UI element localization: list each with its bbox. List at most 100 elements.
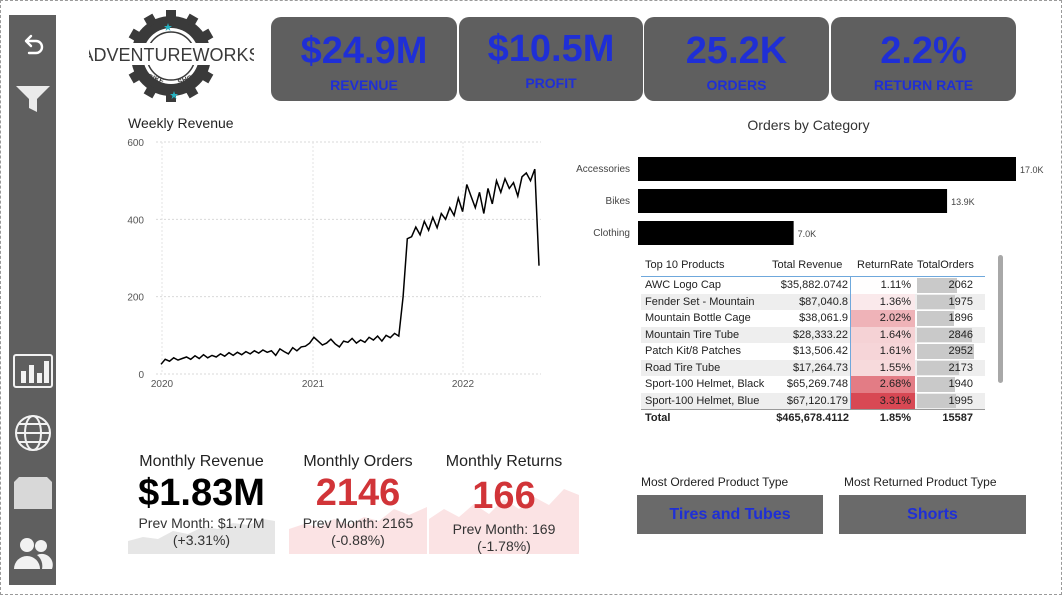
- orders-by-category-title: Orders by Category: [747, 117, 870, 133]
- cell-product: AWC Logo Cap: [645, 279, 722, 292]
- cell-revenue: $17,264.73: [768, 359, 851, 376]
- monthly-orders-card[interactable]: Monthly Orders 2146 Prev Month: 2165 (-0…: [289, 453, 427, 549]
- total-orders: 15587: [942, 411, 973, 424]
- cell-revenue: $35,882.0742: [768, 277, 851, 294]
- weekly-revenue-line: [160, 168, 540, 365]
- monthly-returns-card[interactable]: Monthly Returns 166 Prev Month: 169 (-1.…: [429, 453, 579, 555]
- monthly-revenue-value: $1.83M: [138, 472, 265, 514]
- cell-total-orders: 1940: [915, 376, 977, 393]
- monthly-orders-title: Monthly Orders: [303, 453, 413, 470]
- blank-tile-icon[interactable]: [13, 473, 53, 513]
- cell-return-rate: 2.68%: [851, 376, 915, 393]
- kpi-card-return-rate[interactable]: 2.2% RETURN RATE: [831, 17, 1016, 101]
- y-tick-label: 400: [127, 215, 144, 226]
- category-value-label: 7.0K: [798, 229, 817, 239]
- sidebar-nav: [9, 15, 56, 585]
- monthly-orders-change: (-0.88%): [331, 532, 385, 548]
- col-header-product[interactable]: Top 10 Products: [641, 259, 768, 271]
- cell-revenue: $67,120.179: [768, 392, 851, 409]
- bar-chart-icon[interactable]: [13, 351, 53, 391]
- cell-return-rate: 1.36%: [851, 293, 915, 310]
- table-row[interactable]: Patch Kit/8 Patches $13,506.42 1.61% 2952: [641, 343, 985, 360]
- table-row[interactable]: Road Tire Tube $17,264.73 1.55% 2173: [641, 359, 985, 377]
- cell-total-orders: 2062: [915, 277, 977, 294]
- cell-product: Sport-100 Helmet, Black: [645, 378, 765, 391]
- cell-return-rate: 1.64%: [851, 326, 915, 343]
- col-header-revenue[interactable]: Total Revenue: [768, 253, 851, 276]
- weekly-revenue-chart[interactable]: 600 400 200 0 2020 2021 2022: [121, 131, 551, 401]
- table-total-row: Total $465,678.4112 1.85% 15587: [641, 409, 985, 425]
- cell-return-rate: 1.61%: [851, 343, 915, 360]
- category-bar[interactable]: [638, 221, 794, 245]
- cell-product: Mountain Tire Tube: [645, 328, 740, 341]
- report-canvas: { "brand": {"name": "ADVENTUREWORKS", "t…: [0, 0, 1062, 595]
- cell-revenue: $28,333.22: [768, 326, 851, 343]
- kpi-value: 25.2K: [685, 30, 788, 72]
- kpi-card-profit[interactable]: $10.5M PROFIT: [459, 17, 643, 101]
- kpi-card-orders[interactable]: 25.2K ORDERS: [644, 17, 829, 101]
- cell-return-rate: 3.31%: [851, 392, 915, 409]
- kpi-card-revenue[interactable]: $24.9M REVENUE: [271, 17, 457, 101]
- category-value-label: 17.0K: [1020, 165, 1044, 175]
- total-label: Total: [645, 411, 671, 424]
- kpi-label: REVENUE: [330, 77, 398, 93]
- monthly-revenue-change: (+3.31%): [172, 532, 231, 548]
- adventureworks-logo: ADVENTUREWORKS BIKE SHOP: [81, 9, 261, 104]
- total-revenue: $465,678.4112: [776, 411, 849, 424]
- cell-total-orders: 2173: [915, 360, 977, 377]
- cell-product: Sport-100 Helmet, Blue: [645, 394, 760, 407]
- cell-product: Road Tire Tube: [645, 361, 721, 374]
- table-row[interactable]: Sport-100 Helmet, Black $65,269.748 2.68% 1…: [641, 376, 985, 393]
- kpi-value: $24.9M: [300, 30, 428, 72]
- cell-return-rate: 1.11%: [851, 277, 915, 294]
- monthly-orders-value: 2146: [315, 472, 401, 514]
- x-tick-label: 2020: [151, 379, 174, 390]
- x-tick-label: 2022: [452, 379, 475, 390]
- cell-revenue: $87,040.8: [768, 293, 851, 310]
- monthly-orders-prev: Prev Month: 2165: [302, 515, 414, 531]
- category-bar[interactable]: [638, 189, 948, 213]
- table-scrollbar[interactable]: [998, 255, 1003, 383]
- col-header-return-rate[interactable]: ReturnRate: [851, 253, 915, 276]
- monthly-revenue-prev: Prev Month: $1.77M: [138, 515, 265, 531]
- orders-by-category-chart[interactable]: Accessories 17.0K Bikes 13.9K Clothing 7.0K: [571, 149, 1051, 249]
- category-label: Bikes: [606, 196, 630, 207]
- most-ordered-type-card[interactable]: Tires and Tubes: [637, 495, 823, 534]
- category-bar[interactable]: [638, 157, 1016, 181]
- cell-total-orders: 2846: [915, 327, 977, 344]
- category-label: Clothing: [593, 228, 630, 239]
- most-returned-type-card[interactable]: Shorts: [839, 495, 1026, 534]
- cell-product: Mountain Bottle Cage: [645, 312, 751, 325]
- cell-return-rate: 1.55%: [851, 359, 915, 376]
- filter-icon[interactable]: [13, 79, 53, 119]
- table-row[interactable]: Mountain Bottle Cage $38,061.9 2.02% 1896: [641, 310, 985, 327]
- cell-revenue: $65,269.748: [768, 376, 851, 393]
- back-arrow-icon[interactable]: [13, 25, 53, 65]
- cell-total-orders: 1995: [915, 393, 977, 410]
- table-row[interactable]: Mountain Tire Tube $28,333.22 1.64% 2846: [641, 326, 985, 344]
- people-icon[interactable]: [13, 533, 53, 573]
- table-row[interactable]: AWC Logo Cap $35,882.0742 1.11% 2062: [641, 277, 985, 294]
- cell-product: Patch Kit/8 Patches: [645, 345, 741, 358]
- category-label: Accessories: [576, 164, 630, 175]
- table-row[interactable]: Sport-100 Helmet, Blue $67,120.179 3.31% 19…: [641, 392, 985, 410]
- col-header-total-orders[interactable]: TotalOrders: [915, 253, 977, 276]
- monthly-revenue-card[interactable]: Monthly Revenue $1.83M Prev Month: $1.77…: [128, 453, 275, 549]
- y-tick-label: 0: [138, 370, 144, 381]
- monthly-returns-prev: Prev Month: 169 (-1.78%): [452, 521, 556, 554]
- table-row[interactable]: Fender Set - Mountain $87,040.8 1.36% 1975: [641, 293, 985, 310]
- monthly-revenue-title: Monthly Revenue: [139, 453, 264, 470]
- cell-product: Fender Set - Mountain: [645, 295, 755, 308]
- total-rate: 1.85%: [879, 411, 911, 424]
- table-body: AWC Logo Cap $35,882.0742 1.11% 2062 Fender …: [641, 277, 985, 409]
- most-ordered-type-label: Most Ordered Product Type: [641, 475, 789, 489]
- cell-total-orders: 2952: [915, 343, 977, 360]
- cell-return-rate: 2.02%: [851, 310, 915, 327]
- cell-revenue: $13,506.42: [768, 343, 851, 360]
- kpi-label: ORDERS: [706, 77, 767, 93]
- globe-icon[interactable]: [13, 413, 53, 453]
- kpi-label: PROFIT: [525, 75, 577, 91]
- kpi-value: 2.2%: [880, 30, 967, 72]
- category-value-label: 13.9K: [951, 197, 975, 207]
- top-products-table[interactable]: Top 10 Products Total Revenue ReturnRate…: [641, 253, 985, 425]
